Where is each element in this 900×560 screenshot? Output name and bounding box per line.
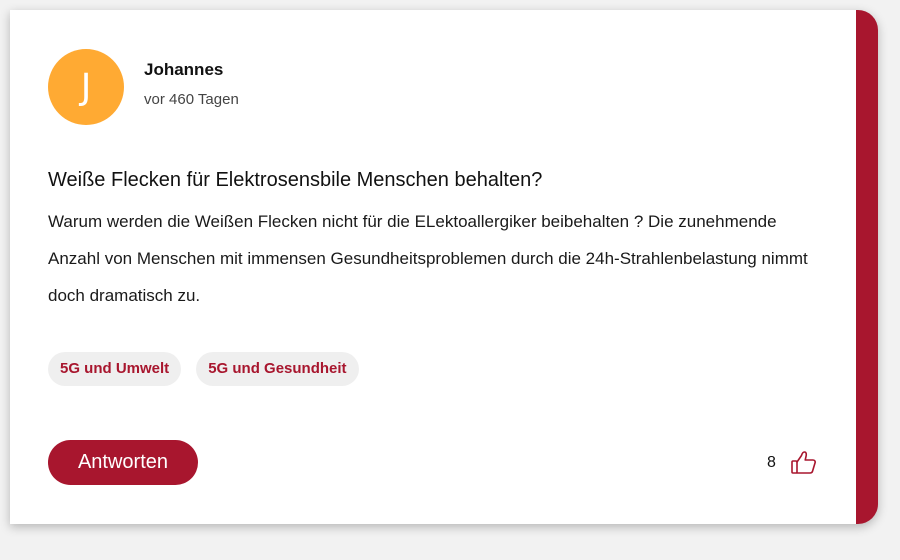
like-count: 8	[767, 454, 776, 471]
reply-button[interactable]: Antworten	[48, 440, 198, 485]
tag-5g-umwelt[interactable]: 5G und Umwelt	[48, 352, 182, 386]
author-meta: Johannes vor 460 Tagen	[144, 59, 239, 109]
post-body: Warum werden die Weißen Flecken nicht fü…	[48, 212, 808, 305]
post-header: J Johannes vor 460 Tagen	[48, 49, 239, 125]
tag-list: 5G und Umwelt 5G und Gesundheit	[48, 352, 359, 386]
like-area: 8	[767, 449, 818, 477]
post-card-frame: J Johannes vor 460 Tagen Weiße Flecken f…	[10, 10, 878, 524]
post-card: J Johannes vor 460 Tagen Weiße Flecken f…	[10, 10, 856, 524]
author-name: Johannes	[144, 60, 224, 79]
post-title: Weiße Flecken für Elektrosensbile Mensch…	[48, 169, 543, 191]
tag-5g-gesundheit[interactable]: 5G und Gesundheit	[196, 352, 359, 386]
post-timestamp: vor 460 Tagen	[144, 91, 239, 108]
thumbs-up-icon[interactable]	[790, 449, 818, 477]
avatar: J	[48, 49, 124, 125]
